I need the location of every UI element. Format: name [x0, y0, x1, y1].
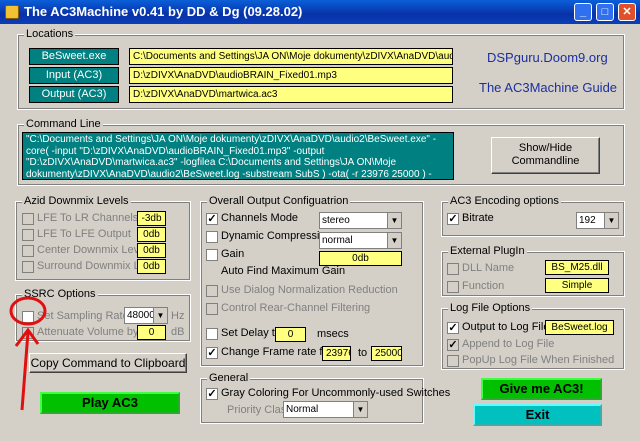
lfe-lfe-label: LFE To LFE Output	[37, 228, 131, 240]
dll-name-label: DLL Name	[462, 262, 515, 274]
ac3-encoding-label: AC3 Encoding options	[448, 195, 561, 207]
locations-label: Locations	[24, 28, 76, 40]
chevron-down-icon: ▼	[387, 213, 401, 228]
minimize-button[interactable]: _	[574, 3, 592, 21]
title-bar: The AC3Machine v0.41 by DD & Dg (09.28.0…	[0, 0, 640, 24]
frame-rate-to[interactable]: 25000	[371, 346, 402, 361]
surround-downmix-value[interactable]: 0db	[137, 259, 166, 274]
bitrate-label: Bitrate	[462, 212, 494, 224]
lfe-lr-value[interactable]: -3db	[137, 211, 166, 226]
input-path-field[interactable]: D:\zDIVX\AnaDVD\audioBRAIN_Fixed01.mp3	[129, 67, 453, 84]
set-delay-label: Set Delay to	[221, 327, 281, 339]
function-checkbox[interactable]	[447, 281, 459, 293]
channels-mode-checkbox[interactable]: ✓	[206, 213, 218, 225]
lfe-lfe-checkbox[interactable]	[22, 229, 34, 241]
lfe-lr-label: LFE To LR Channels	[37, 212, 139, 224]
dll-name-value[interactable]: BS_M25.dll	[545, 260, 609, 275]
dialog-normalization-checkbox[interactable]	[206, 285, 218, 297]
chevron-down-icon: ▼	[353, 402, 367, 417]
attenuate-value[interactable]: 0	[137, 325, 166, 340]
maximize-button[interactable]: □	[596, 3, 614, 21]
function-label: Function	[462, 280, 505, 292]
gray-coloring-label: Gray Coloring For Uncommonly-used Switch…	[221, 387, 451, 399]
center-downmix-value[interactable]: 0db	[137, 243, 166, 258]
dspguru-link[interactable]: DSPguru.Doom9.org	[487, 50, 608, 65]
sampling-rate-value: 48000	[127, 310, 155, 321]
besweet-button[interactable]: BeSweet.exe	[29, 48, 119, 65]
bitrate-checkbox[interactable]: ✓	[447, 213, 459, 225]
besweet-path-field[interactable]: C:\Documents and Settings\JA ON\Moje dok…	[129, 48, 453, 65]
auto-find-gain-label[interactable]: Auto Find Maximum Gain	[221, 265, 345, 277]
log-file-value[interactable]: BeSweet.log	[545, 320, 614, 335]
output-log-label: Output to Log File	[462, 321, 550, 333]
show-hide-line1: Show/Hide	[518, 142, 573, 154]
gain-checkbox[interactable]	[206, 249, 218, 261]
channels-mode-select[interactable]: stereo ▼	[319, 212, 402, 229]
delay-unit: msecs	[317, 328, 349, 340]
gray-coloring-checkbox[interactable]: ✓	[206, 388, 218, 400]
dynamic-compression-value: normal	[322, 235, 353, 246]
output-log-checkbox[interactable]: ✓	[447, 322, 459, 334]
exit-button[interactable]: Exit	[473, 404, 602, 426]
attenuate-unit: dB	[171, 326, 185, 338]
input-button[interactable]: Input (AC3)	[29, 67, 119, 84]
surround-downmix-checkbox[interactable]	[22, 261, 34, 273]
sampling-unit: Hz	[171, 310, 185, 322]
copy-command-button[interactable]: Copy Command to Clipboard	[29, 353, 187, 373]
close-button[interactable]: ✕	[618, 3, 636, 21]
delay-value[interactable]: 0	[275, 327, 306, 342]
append-log-label: Append to Log File	[462, 338, 555, 350]
channels-mode-value: stereo	[322, 215, 350, 226]
bitrate-value: 192	[579, 215, 596, 226]
bitrate-select[interactable]: 192 ▼	[576, 212, 619, 229]
popup-log-label: PopUp Log File When Finished	[462, 354, 615, 366]
azid-label: Azid Downmix Levels	[22, 195, 131, 207]
popup-log-checkbox[interactable]	[447, 355, 459, 367]
show-hide-line2: Commandline	[511, 155, 580, 167]
play-ac3-button[interactable]: Play AC3	[40, 392, 180, 414]
center-downmix-label: Center Downmix Level	[37, 244, 148, 256]
log-file-label: Log File Options	[448, 302, 533, 314]
dialog-normalization-label: Use Dialog Normalization Reduction	[221, 284, 398, 296]
external-plugin-label: External PlugIn	[448, 245, 527, 257]
dynamic-compression-label: Dynamic Compression	[221, 230, 332, 242]
general-label: General	[207, 372, 251, 384]
frame-rate-to-label: to	[358, 347, 368, 359]
window-title: The AC3Machine v0.41 by DD & Dg (09.28.0…	[24, 4, 303, 19]
give-me-ac3-button[interactable]: Give me AC3!	[481, 378, 602, 400]
rear-channel-label: Control Rear-Channel Filtering	[221, 302, 371, 314]
chevron-down-icon: ▼	[604, 213, 618, 228]
channels-mode-label: Channels Mode	[221, 212, 299, 224]
show-hide-commandline-button[interactable]: Show/Hide Commandline	[491, 137, 600, 174]
app-icon	[5, 5, 19, 19]
frame-rate-checkbox[interactable]: ✓	[206, 347, 218, 359]
dll-name-checkbox[interactable]	[447, 263, 459, 275]
guide-link[interactable]: The AC3Machine Guide	[479, 80, 617, 95]
command-line-text: "C:\Documents and Settings\JA ON\Moje do…	[22, 132, 454, 180]
command-line-label: Command Line	[24, 118, 103, 130]
chevron-down-icon: ▼	[153, 308, 167, 323]
chevron-down-icon: ▼	[387, 233, 401, 248]
set-delay-checkbox[interactable]	[206, 328, 218, 340]
priority-class-value: Normal	[286, 404, 319, 415]
function-value[interactable]: Simple	[545, 278, 609, 293]
dynamic-compression-checkbox[interactable]	[206, 231, 218, 243]
sampling-rate-select[interactable]: 48000 ▼	[124, 307, 168, 324]
gain-label: Gain	[221, 248, 245, 260]
rear-channel-checkbox[interactable]	[206, 303, 218, 315]
priority-class-select[interactable]: Normal ▼	[283, 401, 368, 418]
overall-output-label: Overall Output Configuatrion	[207, 195, 351, 207]
dynamic-compression-select[interactable]: normal ▼	[319, 232, 402, 249]
lfe-lr-checkbox[interactable]	[22, 213, 34, 225]
output-path-field[interactable]: D:\zDIVX\AnaDVD\martwica.ac3	[129, 86, 453, 103]
frame-rate-from[interactable]: 23976	[322, 346, 351, 361]
gain-value[interactable]: 0db	[319, 251, 402, 266]
append-log-checkbox[interactable]: ✓	[447, 339, 459, 351]
center-downmix-checkbox[interactable]	[22, 245, 34, 257]
lfe-lfe-value[interactable]: 0db	[137, 227, 166, 242]
output-button[interactable]: Output (AC3)	[29, 86, 119, 103]
